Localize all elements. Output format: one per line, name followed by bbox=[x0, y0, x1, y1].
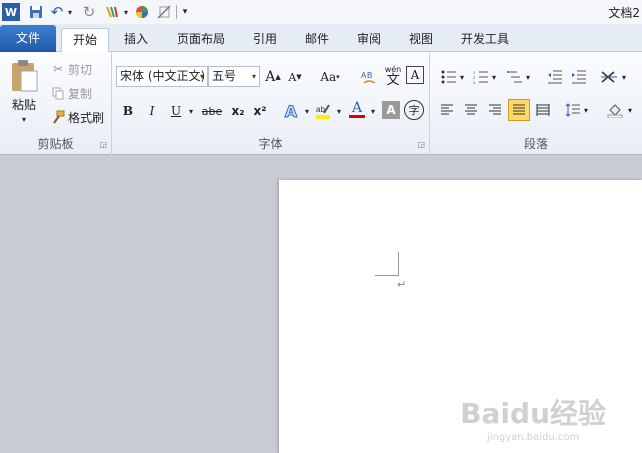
highlight-dropdown-icon[interactable]: ▾ bbox=[334, 100, 344, 122]
justify-icon[interactable] bbox=[508, 99, 530, 121]
customize-icon[interactable]: ▾ bbox=[180, 3, 190, 21]
clear-icon[interactable] bbox=[156, 3, 172, 21]
ribbon: 粘贴 ▾ ✂ 剪切 复制 格式刷 剪贴板 ◲ 宋体 (中文正文) ▾ 五号 ▾ A ▲ … bbox=[0, 52, 642, 155]
font-group: 宋体 (中文正文) ▾ 五号 ▾ A ▲ A ▼ Aa ▾ AB wén 文 A B I U… bbox=[112, 52, 430, 155]
cut-button[interactable]: ✂ 剪切 bbox=[50, 58, 108, 80]
format-dropdown-icon[interactable]: ▾ bbox=[122, 3, 130, 21]
shading-icon[interactable] bbox=[604, 99, 626, 121]
bullets-dropdown-icon[interactable]: ▾ bbox=[458, 66, 466, 88]
underline-button[interactable]: U bbox=[166, 100, 186, 122]
char-border-button[interactable]: A bbox=[406, 66, 424, 84]
line-spacing-icon[interactable] bbox=[562, 99, 584, 121]
phonetic-guide-button[interactable]: wén 文 bbox=[382, 62, 404, 90]
paste-button[interactable]: 粘贴 bbox=[4, 96, 44, 112]
increase-indent-icon[interactable] bbox=[568, 66, 590, 88]
quick-access-toolbar: W ↶ ▾ ↻ ▾ ▾ 文档2 bbox=[0, 0, 642, 24]
save-icon[interactable] bbox=[28, 3, 44, 21]
window-title: 文档2 bbox=[608, 6, 640, 20]
distributed-align-icon[interactable] bbox=[532, 99, 554, 121]
paragraph-group: ▾ 123 ▾ ▾ ▾ ▾ ▾ 段落 bbox=[430, 52, 642, 155]
paste-dropdown-icon[interactable]: ▾ bbox=[18, 114, 30, 124]
numbering-icon[interactable]: 123 bbox=[470, 66, 492, 88]
text-effect-button[interactable]: A bbox=[280, 100, 302, 122]
multilevel-list-icon[interactable] bbox=[504, 66, 526, 88]
color-wheel-icon[interactable] bbox=[134, 3, 150, 21]
font-launcher-icon[interactable]: ◲ bbox=[417, 140, 425, 149]
subscript-button[interactable]: x₂ bbox=[228, 100, 248, 122]
copy-icon bbox=[50, 87, 66, 100]
tab-page-layout[interactable]: 页面布局 bbox=[166, 28, 236, 52]
grow-font-button[interactable]: A ▲ bbox=[264, 66, 282, 88]
chinese-layout-icon[interactable] bbox=[598, 66, 620, 88]
tab-home[interactable]: 开始 bbox=[61, 28, 109, 53]
undo-icon[interactable]: ↶ bbox=[50, 3, 64, 21]
font-name-combo[interactable]: 宋体 (中文正文) ▾ bbox=[116, 66, 208, 87]
align-right-icon[interactable] bbox=[484, 99, 506, 121]
format-painter-icon[interactable] bbox=[104, 3, 122, 21]
tab-view[interactable]: 视图 bbox=[400, 28, 442, 52]
multilevel-dropdown-icon[interactable]: ▾ bbox=[524, 66, 532, 88]
align-left-icon[interactable] bbox=[436, 99, 458, 121]
chinese-layout-dropdown-icon[interactable]: ▾ bbox=[620, 66, 628, 88]
bullets-icon[interactable] bbox=[438, 66, 460, 88]
text-effect-dropdown-icon[interactable]: ▾ bbox=[302, 100, 312, 122]
paste-icon[interactable] bbox=[6, 56, 42, 96]
undo-dropdown-icon[interactable]: ▾ bbox=[66, 3, 74, 21]
document-page[interactable]: ↵ Baidu经验 jingyan.baidu.com bbox=[279, 180, 642, 453]
clipboard-group: 粘贴 ▾ ✂ 剪切 复制 格式刷 剪贴板 ◲ bbox=[0, 52, 112, 155]
copy-button[interactable]: 复制 bbox=[50, 82, 108, 104]
tab-review[interactable]: 审阅 bbox=[348, 28, 390, 52]
enclose-char-button[interactable]: 字 bbox=[404, 100, 424, 120]
margin-corner-mark bbox=[375, 252, 399, 276]
decrease-indent-icon[interactable] bbox=[544, 66, 566, 88]
superscript-button[interactable]: x² bbox=[250, 100, 270, 122]
svg-text:B: B bbox=[367, 71, 372, 80]
font-name-dropdown-icon[interactable]: ▾ bbox=[200, 67, 204, 86]
font-group-label: 字体 bbox=[258, 137, 283, 151]
highlight-icon[interactable]: ab bbox=[312, 100, 334, 122]
font-color-button[interactable]: A bbox=[346, 98, 368, 120]
redo-icon[interactable]: ↻ bbox=[82, 3, 96, 21]
tab-file[interactable]: 文件 bbox=[0, 25, 56, 52]
shading-dropdown-icon[interactable]: ▾ bbox=[626, 99, 634, 121]
clipboard-launcher-icon[interactable]: ◲ bbox=[99, 140, 107, 149]
word-logo-icon[interactable]: W bbox=[2, 3, 20, 21]
ribbon-tabs: 文件 开始 插入 页面布局 引用 邮件 审阅 视图 开发工具 bbox=[0, 24, 642, 53]
tab-references[interactable]: 引用 bbox=[244, 28, 286, 52]
scissors-icon: ✂ bbox=[52, 62, 64, 76]
italic-button[interactable]: I bbox=[142, 100, 162, 122]
align-center-icon[interactable] bbox=[460, 99, 482, 121]
clipboard-group-label: 剪贴板 bbox=[37, 137, 74, 151]
brush-icon bbox=[50, 110, 66, 124]
format-painter-button[interactable]: 格式刷 bbox=[50, 106, 108, 128]
tab-developer[interactable]: 开发工具 bbox=[450, 28, 520, 52]
font-size-dropdown-icon[interactable]: ▾ bbox=[252, 67, 256, 86]
font-size-combo[interactable]: 五号 ▾ bbox=[208, 66, 260, 87]
tab-insert[interactable]: 插入 bbox=[114, 28, 158, 52]
clear-formatting-icon[interactable]: AB bbox=[358, 66, 380, 88]
char-shading-button[interactable]: A bbox=[382, 101, 400, 119]
shrink-font-button[interactable]: A ▼ bbox=[286, 66, 304, 88]
strikethrough-button[interactable]: abe bbox=[200, 100, 224, 122]
tab-mailings[interactable]: 邮件 bbox=[296, 28, 338, 52]
font-color-dropdown-icon[interactable]: ▾ bbox=[368, 100, 378, 122]
baidu-watermark: Baidu经验 jingyan.baidu.com bbox=[460, 397, 606, 443]
bold-button[interactable]: B bbox=[118, 100, 138, 122]
change-case-button[interactable]: Aa ▾ bbox=[316, 66, 344, 88]
svg-text:3: 3 bbox=[473, 80, 476, 84]
line-spacing-dropdown-icon[interactable]: ▾ bbox=[582, 99, 590, 121]
numbering-dropdown-icon[interactable]: ▾ bbox=[490, 66, 498, 88]
document-area[interactable]: ↵ Baidu经验 jingyan.baidu.com bbox=[0, 156, 642, 453]
paragraph-mark: ↵ bbox=[397, 278, 407, 291]
paragraph-group-label: 段落 bbox=[523, 137, 548, 151]
underline-dropdown-icon[interactable]: ▾ bbox=[186, 100, 196, 122]
qat-separator bbox=[176, 5, 178, 19]
